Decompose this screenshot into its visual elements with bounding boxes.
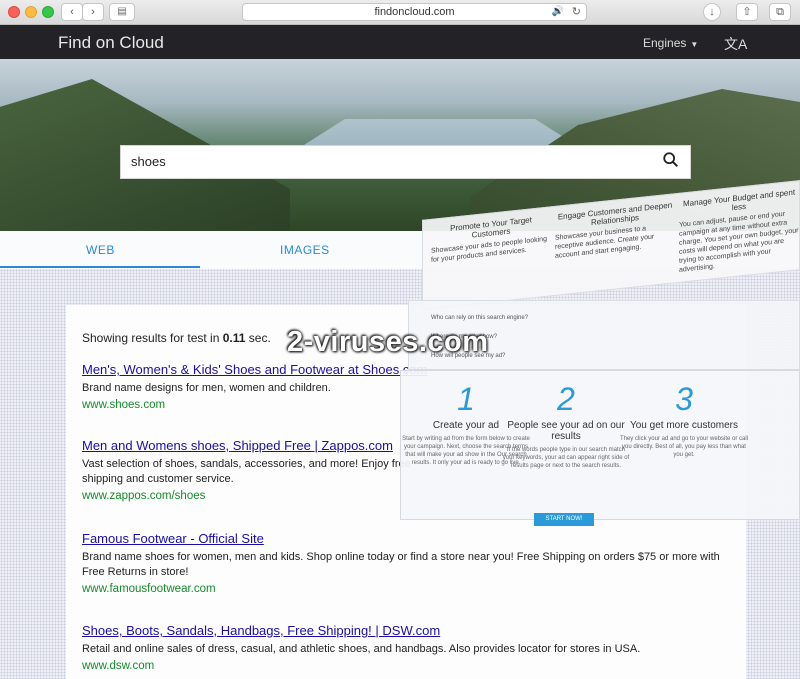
translate-icon[interactable]: 文A: [724, 34, 747, 54]
ad-step-description: If the words people type in our search m…: [502, 447, 630, 469]
ad-step-title: People see your ad on our results: [507, 420, 625, 442]
back-icon[interactable]: ‹: [61, 3, 83, 21]
result-description: Vast selection of shoes, sandals, access…: [82, 458, 411, 485]
result-description: Brand name shoes for women, men and kids…: [82, 551, 720, 578]
ad-feature-text: You can adjust, pause or end your campai…: [679, 210, 799, 274]
tab-web[interactable]: WEB: [86, 243, 115, 257]
downloads-icon[interactable]: ↓: [703, 3, 721, 21]
result-title-link[interactable]: Shoes, Boots, Sandals, Handbags, Free Sh…: [82, 623, 722, 638]
site-header: Find on Cloud Engines ▼ 文A: [0, 25, 800, 59]
results-summary: Showing results for test in 0.11 sec.: [82, 331, 271, 345]
minimize-window-button[interactable]: [25, 6, 37, 18]
browser-toolbar: ‹ › ▤ findoncloud.com 🔊 ↻ ↓ ⇧ ⧉: [0, 0, 800, 25]
tab-images[interactable]: IMAGES: [280, 243, 330, 257]
ad-feature-column: Promote to Your Target Customers Showcas…: [431, 213, 551, 265]
forward-icon[interactable]: ›: [82, 3, 104, 21]
ad-features-panel: Promote to Your Target Customers Showcas…: [422, 180, 800, 310]
result-item: Famous Footwear - Official Site Brand na…: [82, 531, 722, 595]
ad-step-number: 3: [675, 381, 693, 417]
tabs-overview-icon[interactable]: ⧉: [769, 3, 791, 21]
result-url[interactable]: www.famousfootwear.com: [82, 583, 722, 595]
ad-feature-column: Engage Customers and Deepen Relationship…: [555, 200, 675, 261]
zoom-window-button[interactable]: [42, 6, 54, 18]
search-icon[interactable]: [662, 151, 680, 169]
engines-dropdown[interactable]: Engines ▼: [643, 36, 698, 50]
close-window-button[interactable]: [8, 6, 20, 18]
ad-faq-question[interactable]: Who can rely on this search engine?: [431, 315, 528, 321]
summary-prefix: Showing results for test in: [82, 331, 223, 345]
summary-time: 0.11: [222, 331, 246, 345]
audio-icon[interactable]: 🔊: [552, 4, 564, 20]
summary-suffix: sec.: [245, 331, 271, 345]
address-bar[interactable]: findoncloud.com 🔊 ↻: [242, 3, 587, 21]
result-url[interactable]: www.dsw.com: [82, 660, 722, 672]
watermark-text: 2-viruses.com: [287, 326, 489, 358]
result-item: Shoes, Boots, Sandals, Handbags, Free Sh…: [82, 623, 722, 672]
result-title-link[interactable]: Famous Footwear - Official Site: [82, 531, 722, 546]
reload-icon[interactable]: ↻: [572, 4, 581, 20]
sidebar-icon[interactable]: ▤: [109, 3, 135, 21]
search-query: shoes: [131, 154, 166, 169]
share-icon[interactable]: ⇧: [736, 3, 758, 21]
ad-step-number: 2: [557, 381, 575, 417]
result-description: Retail and online sales of dress, casual…: [82, 643, 641, 655]
ad-feature-column: Manage Your Budget and spent less You ca…: [679, 187, 799, 275]
start-now-button[interactable]: START NOW!: [534, 513, 594, 526]
ad-step-description: They click your ad and go to your websit…: [619, 436, 749, 458]
site-logo-text[interactable]: Find on Cloud: [58, 33, 164, 53]
search-input[interactable]: shoes: [120, 145, 691, 179]
ad-step: 2 People see your ad on our results If t…: [501, 381, 631, 470]
url-text: findoncloud.com: [374, 6, 455, 18]
engines-label: Engines: [643, 36, 687, 50]
active-tab-indicator: [0, 266, 200, 268]
caret-down-icon: ▼: [690, 40, 699, 49]
ad-steps-panel: 1 Create your ad Start by writing ad fro…: [400, 370, 800, 526]
ad-step: 3 You get more customers They click your…: [619, 381, 749, 459]
ad-step-title: You get more customers: [629, 420, 739, 431]
